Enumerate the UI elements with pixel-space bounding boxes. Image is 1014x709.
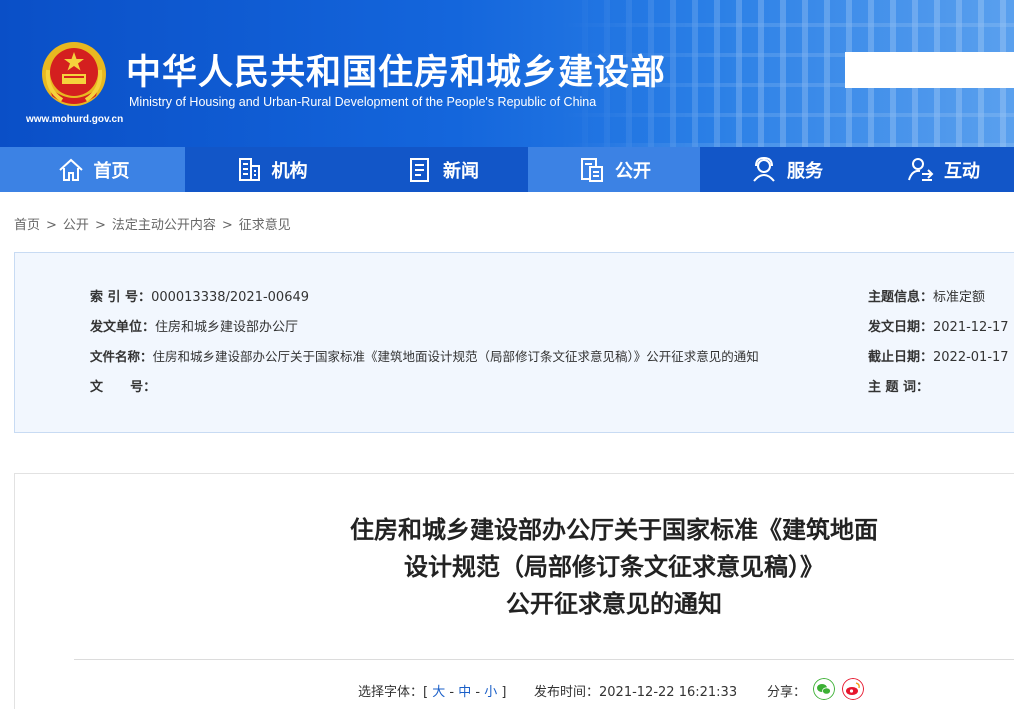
site-title[interactable]: 中华人民共和国住房和城乡建设部 — [126, 44, 666, 95]
service-icon — [753, 156, 775, 182]
nav-item-organization[interactable]: 机构 — [185, 147, 356, 192]
article-title-line: 公开征求意见的通知 — [506, 590, 722, 618]
info-index: 索 引 号：000013338/2021-00649 — [90, 286, 309, 305]
document-info-panel — [14, 252, 1014, 433]
font-size-selector: 选择字体：[ 大 - 中 - 小 ] — [358, 681, 506, 700]
search-input[interactable] — [845, 52, 1014, 88]
topic-label: 主题信息： — [868, 290, 934, 305]
breadcrumb: 首页 > 公开 > 法定主动公开内容 > 征求意见 — [14, 214, 291, 233]
breadcrumb-home[interactable]: 首页 — [14, 218, 40, 233]
issuer-label: 发文单位： — [90, 320, 156, 335]
info-filename: 文件名称：住房和城乡建设部办公厅关于国家标准《建筑地面设计规范（局部修订条文征求… — [90, 346, 759, 365]
publish-value: 2021-12-22 16:21:33 — [599, 685, 738, 700]
nav-item-news[interactable]: 新闻 — [356, 147, 528, 192]
main-nav: 首页 机构 新闻 公开 服务 互动 — [0, 147, 1014, 192]
public-info-icon — [581, 157, 603, 182]
font-size-label: 选择字体：[ — [358, 685, 429, 700]
interaction-icon — [908, 157, 934, 181]
info-issuer: 发文单位：住房和城乡建设部办公厅 — [90, 316, 298, 335]
docno-label: 文 号： — [90, 380, 157, 395]
nav-item-service[interactable]: 服务 — [700, 147, 872, 192]
font-size-small-button[interactable]: 小 — [484, 685, 497, 700]
article-title-line: 住房和城乡建设部办公厅关于国家标准《建筑地面 — [350, 516, 878, 544]
index-label: 索 引 号： — [90, 290, 152, 305]
news-icon — [410, 157, 429, 182]
weibo-share-icon[interactable] — [842, 678, 864, 700]
font-size-medium-button[interactable]: 中 — [458, 685, 471, 700]
publish-label: 发布时间： — [534, 685, 600, 700]
nav-label: 服务 — [787, 160, 823, 182]
publish-time: 发布时间：2021-12-22 16:21:33 — [534, 681, 737, 700]
breadcrumb-separator: > — [221, 218, 233, 233]
breadcrumb-consultation[interactable]: 征求意见 — [239, 218, 291, 233]
nav-label: 新闻 — [443, 160, 479, 182]
breadcrumb-separator: > — [46, 218, 57, 233]
filename-value: 住房和城乡建设部办公厅关于国家标准《建筑地面设计规范（局部修订条文征求意见稿）》… — [152, 349, 759, 364]
breadcrumb-public[interactable]: 公开 — [63, 218, 89, 233]
site-url: www.mohurd.gov.cn — [26, 114, 124, 125]
info-topic: 主题信息：标准定额 — [868, 286, 985, 305]
index-value: 000013338/2021-00649 — [151, 290, 310, 305]
breadcrumb-separator: > — [94, 218, 106, 233]
keywords-label: 主 题 词： — [868, 380, 930, 395]
font-size-separator: - — [475, 685, 481, 700]
nav-label: 公开 — [615, 160, 651, 182]
article-title-line: 设计规范（局部修订条文征求意见稿）》 — [404, 553, 824, 581]
font-size-separator: - — [449, 685, 455, 700]
nav-label: 首页 — [93, 160, 130, 182]
info-docno: 文 号： — [90, 376, 156, 395]
topic-value: 标准定额 — [933, 290, 986, 305]
font-size-close: ] — [501, 685, 507, 700]
nav-label: 机构 — [271, 160, 308, 182]
nav-item-interaction[interactable]: 互动 — [872, 147, 1014, 192]
title-divider — [74, 659, 1014, 660]
article-title: 住房和城乡建设部办公厅关于国家标准《建筑地面 设计规范（局部修订条文征求意见稿）… — [0, 512, 1014, 623]
font-size-large-button[interactable]: 大 — [432, 685, 445, 700]
nav-item-home[interactable]: 首页 — [0, 147, 185, 192]
filename-label: 文件名称： — [90, 349, 153, 364]
deadline-label: 截止日期： — [868, 350, 934, 365]
date-value: 2021-12-17 — [933, 320, 1009, 335]
national-emblem-icon[interactable] — [40, 40, 108, 108]
date-label: 发文日期： — [868, 320, 934, 335]
site-header: 中华人民共和国住房和城乡建设部 Ministry of Housing and … — [0, 0, 1014, 147]
wechat-share-icon[interactable] — [813, 678, 835, 700]
info-date: 发文日期：2021-12-17 — [868, 316, 1009, 335]
breadcrumb-statutory-content[interactable]: 法定主动公开内容 — [112, 218, 216, 233]
info-deadline: 截止日期：2022-01-17 — [868, 346, 1009, 365]
home-icon — [58, 158, 83, 181]
building-icon — [238, 157, 260, 181]
site-subtitle: Ministry of Housing and Urban-Rural Deve… — [129, 95, 597, 109]
nav-label: 互动 — [944, 160, 980, 182]
deadline-value: 2022-01-17 — [933, 350, 1009, 365]
share-label: 分享： — [767, 685, 807, 700]
nav-item-public[interactable]: 公开 — [528, 147, 700, 192]
info-keywords: 主 题 词： — [868, 376, 929, 395]
issuer-value: 住房和城乡建设部办公厅 — [155, 320, 299, 335]
